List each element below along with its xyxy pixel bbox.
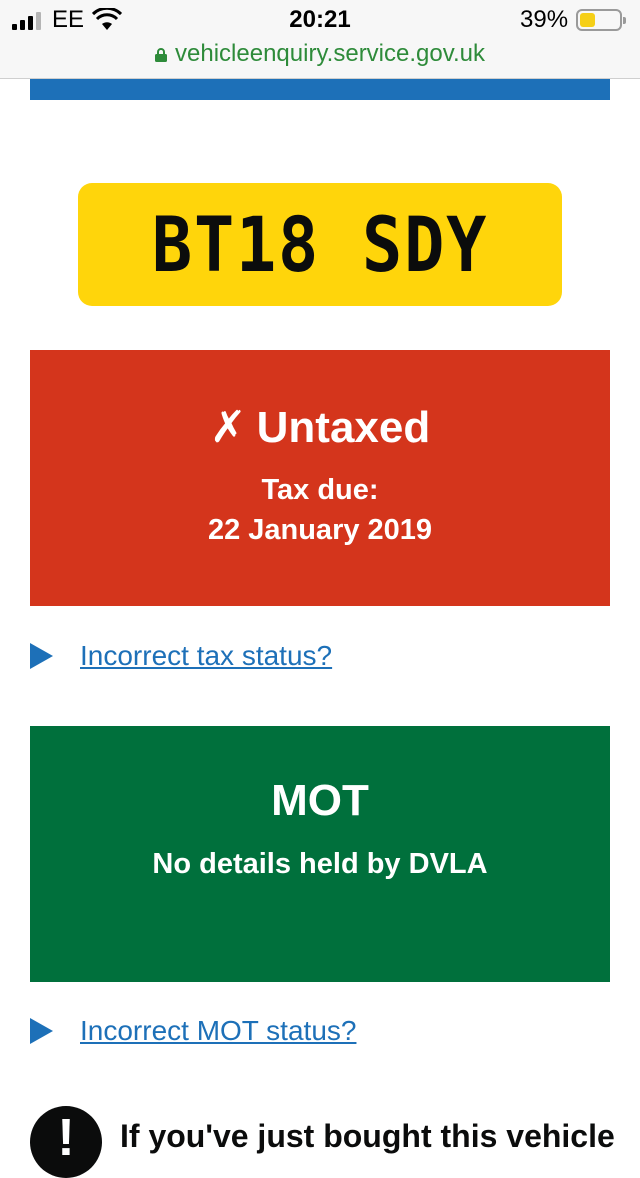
lock-icon xyxy=(155,48,168,62)
url-text: vehicleenquiry.service.gov.uk xyxy=(175,40,485,67)
mot-status-text: No details held by DVLA xyxy=(152,848,488,880)
status-bar: EE 20:21 39% vehicleenquiry.service.gov.… xyxy=(0,0,640,79)
tax-status-text: Untaxed xyxy=(256,403,431,452)
tax-due-date: 22 January 2019 xyxy=(207,514,433,546)
mot-heading: MOT xyxy=(271,776,369,825)
cross-icon: ✗ xyxy=(209,403,247,452)
bought-vehicle-notice: If you've just bought this vehicle xyxy=(120,1118,615,1154)
mot-help-disclosure[interactable]: Incorrect MOT status? xyxy=(30,1011,356,1051)
tax-help-disclosure[interactable]: Incorrect tax status? xyxy=(30,636,332,676)
tax-due-label: Tax due: xyxy=(261,474,379,506)
address-bar[interactable]: vehicleenquiry.service.gov.uk xyxy=(0,40,640,68)
info-icon: ! xyxy=(30,1106,102,1178)
registration-plate: BT18 SDY xyxy=(78,183,562,306)
incorrect-mot-status-link[interactable]: Incorrect MOT status? xyxy=(80,1015,356,1047)
registration-number: BT18 SDY xyxy=(151,200,489,289)
battery-level xyxy=(580,13,595,27)
tax-status-heading: ✗ Untaxed xyxy=(0,402,640,453)
triangle-right-icon xyxy=(30,1018,53,1044)
triangle-right-icon xyxy=(30,643,53,669)
incorrect-tax-status-link[interactable]: Incorrect tax status? xyxy=(80,640,332,672)
battery-percentage: 39% xyxy=(520,6,569,33)
accent-strip xyxy=(30,79,610,100)
battery-icon xyxy=(576,9,626,31)
